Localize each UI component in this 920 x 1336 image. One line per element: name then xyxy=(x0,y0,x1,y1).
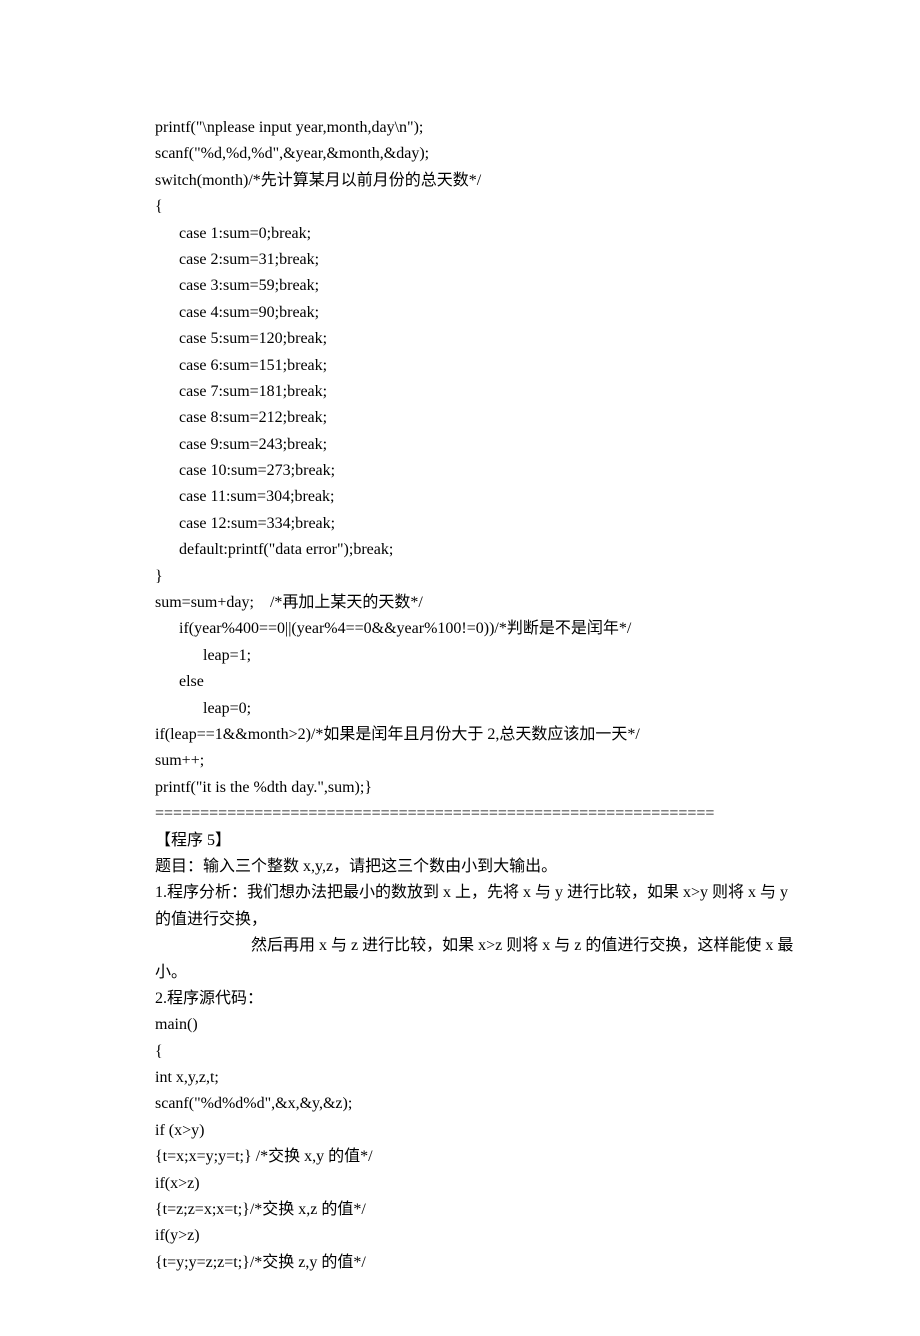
code-line: { xyxy=(155,194,765,220)
analysis-line: 1.程序分析：我们想办法把最小的数放到 x 上，先将 x 与 y 进行比较，如果… xyxy=(155,880,765,906)
code-line: case 12:sum=334;break; xyxy=(155,511,765,537)
code-line: scanf("%d,%d,%d",&year,&month,&day); xyxy=(155,141,765,167)
problem-description: 题目：输入三个整数 x,y,z，请把这三个数由小到大输出。 xyxy=(155,854,765,880)
code-line: switch(month)/*先计算某月以前月份的总天数*/ xyxy=(155,168,765,194)
code-line: if(y>z) xyxy=(155,1223,765,1249)
code-line: if(year%400==0||(year%4==0&&year%100!=0)… xyxy=(155,616,765,642)
separator-line: ========================================… xyxy=(155,801,765,827)
code-line: {t=z;z=x;x=t;}/*交换 x,z 的值*/ xyxy=(155,1197,765,1223)
code-line: if (x>y) xyxy=(155,1118,765,1144)
code-line: main() xyxy=(155,1012,765,1038)
analysis-line: 然后再用 x 与 z 进行比较，如果 x>z 则将 x 与 z 的值进行交换，这… xyxy=(155,933,765,959)
source-label: 2.程序源代码： xyxy=(155,986,765,1012)
code-line: printf("\nplease input year,month,day\n"… xyxy=(155,115,765,141)
code-line: case 9:sum=243;break; xyxy=(155,432,765,458)
code-line: { xyxy=(155,1039,765,1065)
code-line: } xyxy=(155,564,765,590)
code-line: default:printf("data error");break; xyxy=(155,537,765,563)
code-line: case 3:sum=59;break; xyxy=(155,273,765,299)
code-line: case 2:sum=31;break; xyxy=(155,247,765,273)
code-line: case 6:sum=151;break; xyxy=(155,353,765,379)
code-line: sum++; xyxy=(155,748,765,774)
code-line: if(leap==1&&month>2)/*如果是闰年且月份大于 2,总天数应该… xyxy=(155,722,765,748)
code-line: if(x>z) xyxy=(155,1171,765,1197)
code-line: case 11:sum=304;break; xyxy=(155,484,765,510)
code-line: scanf("%d%d%d",&x,&y,&z); xyxy=(155,1091,765,1117)
code-line: leap=1; xyxy=(155,643,765,669)
code-line: case 1:sum=0;break; xyxy=(155,221,765,247)
code-line: int x,y,z,t; xyxy=(155,1065,765,1091)
analysis-line: 的值进行交换， xyxy=(155,907,765,933)
code-line: case 5:sum=120;break; xyxy=(155,326,765,352)
analysis-line: 小。 xyxy=(155,960,765,986)
code-line: {t=y;y=z;z=t;}/*交换 z,y 的值*/ xyxy=(155,1250,765,1276)
code-line: {t=x;x=y;y=t;} /*交换 x,y 的值*/ xyxy=(155,1144,765,1170)
code-line: sum=sum+day; /*再加上某天的天数*/ xyxy=(155,590,765,616)
program-title: 【程序 5】 xyxy=(155,828,765,854)
code-line: case 7:sum=181;break; xyxy=(155,379,765,405)
code-line: case 8:sum=212;break; xyxy=(155,405,765,431)
code-line: printf("it is the %dth day.",sum);} xyxy=(155,775,765,801)
code-line: else xyxy=(155,669,765,695)
code-line: leap=0; xyxy=(155,696,765,722)
code-line: case 10:sum=273;break; xyxy=(155,458,765,484)
document-page: printf("\nplease input year,month,day\n"… xyxy=(0,0,920,1336)
code-line: case 4:sum=90;break; xyxy=(155,300,765,326)
